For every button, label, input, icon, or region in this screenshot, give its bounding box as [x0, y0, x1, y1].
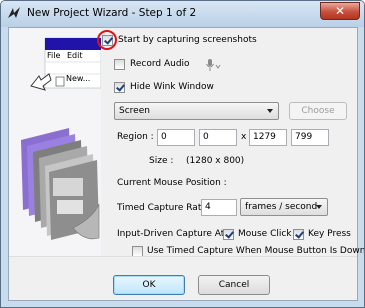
wizard-window: New Project Wizard - Step 1 of 2 ✕ File … — [0, 0, 365, 308]
mouse-position-label: Current Mouse Position : — [117, 178, 227, 188]
region-width-input[interactable]: 1279 — [249, 129, 287, 146]
window-title: New Project Wizard - Step 1 of 2 — [27, 7, 197, 19]
region-x-input[interactable]: 0 — [157, 129, 195, 146]
use-timed-capture-label[interactable]: Use Timed Capture When Mouse Button Is D… — [147, 246, 364, 256]
region-separator: x — [241, 132, 247, 142]
key-press-label[interactable]: Key Press — [308, 229, 351, 239]
chevron-down-icon — [267, 109, 273, 113]
key-press-checkbox[interactable] — [293, 229, 304, 240]
art-menu-edit: Edit — [67, 51, 83, 60]
record-audio-checkbox[interactable] — [114, 59, 125, 70]
size-label: Size : — [149, 156, 174, 166]
timed-capture-unit-value: frames / second — [245, 202, 318, 212]
capture-area-value: Screen — [119, 106, 150, 116]
region-label: Region : — [117, 132, 154, 142]
mouse-click-label[interactable]: Mouse Click — [238, 229, 292, 239]
start-capture-label[interactable]: Start by capturing screenshots — [118, 35, 257, 45]
art-menu-file: File — [47, 51, 61, 60]
region-y-input[interactable]: 0 — [199, 129, 237, 146]
wink-app-icon — [8, 7, 20, 18]
hide-wink-label[interactable]: Hide Wink Window — [130, 82, 214, 92]
dialog-body: File Edit New... Start by capturing scre… — [8, 27, 364, 301]
capture-area-select[interactable]: Screen — [114, 102, 279, 120]
wizard-illustration — [9, 28, 101, 256]
close-icon: ✕ — [334, 4, 346, 18]
timed-capture-label: Timed Capture Rate — [117, 203, 207, 213]
ok-button[interactable]: OK — [113, 275, 185, 295]
cancel-button[interactable]: Cancel — [198, 275, 270, 295]
mouse-click-checkbox[interactable] — [223, 229, 234, 240]
size-value: (1280 x 800) — [186, 156, 245, 166]
timed-capture-unit-select[interactable]: frames / second — [240, 198, 328, 216]
input-driven-label: Input-Driven Capture At — [117, 229, 225, 239]
art-new-item: New... — [66, 74, 91, 83]
choose-button[interactable]: Choose — [289, 102, 347, 120]
hide-wink-checkbox[interactable] — [114, 82, 125, 93]
timed-capture-rate-input[interactable]: 4 — [201, 199, 237, 216]
start-capture-checkbox[interactable] — [102, 35, 113, 46]
microphone-icon[interactable] — [205, 58, 223, 72]
title-bar[interactable]: New Project Wizard - Step 1 of 2 ✕ — [1, 1, 364, 27]
close-button[interactable]: ✕ — [320, 2, 360, 20]
footer-separator — [9, 256, 357, 257]
region-height-input[interactable]: 799 — [291, 129, 329, 146]
chevron-down-icon — [316, 205, 322, 209]
record-audio-label[interactable]: Record Audio — [130, 59, 190, 69]
